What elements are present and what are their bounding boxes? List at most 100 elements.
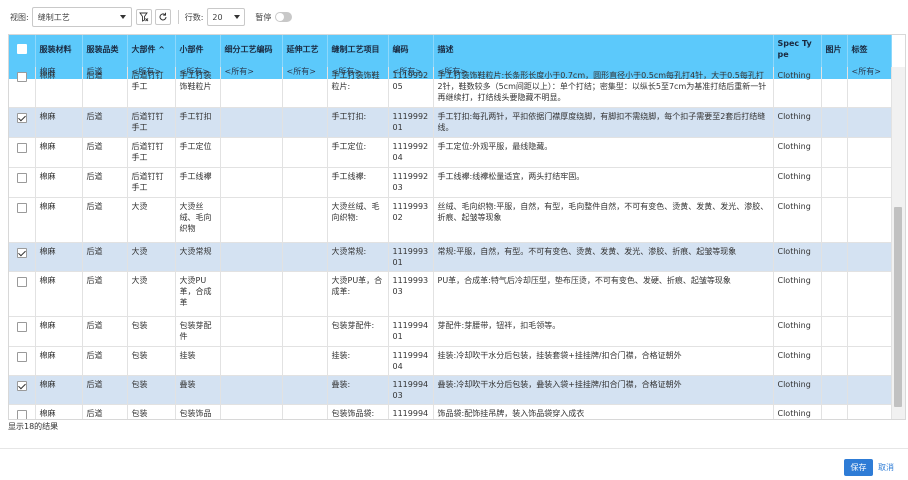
row-select-cell[interactable] — [9, 167, 36, 198]
table-row[interactable]: 棉麻 后道 包装 挂装 挂装: 111999404 挂装:冷却吹干水分后包装，挂装套袋+挂挂… — [9, 346, 892, 376]
column-header[interactable]: 描述 — [433, 35, 774, 63]
table-cell: 手工定位: — [327, 137, 389, 168]
view-select[interactable]: 缝制工艺 — [31, 7, 132, 27]
row-checkbox[interactable] — [16, 351, 27, 362]
table-cell: 常规:平服，自然，有型。不可有变色、烫黄、发黄、发光、渗胶、折痕、起皱等现象 — [433, 242, 774, 272]
row-select-cell[interactable] — [9, 346, 36, 376]
table-cell: 手工打装饰鞋粒片:长条形长度小于0.7cm，圆形直径小于0.5cm每孔打4针，大… — [433, 67, 774, 108]
table-cell: 挂装: — [327, 346, 389, 376]
scrollbar-thumb[interactable] — [894, 207, 902, 407]
table-cell: 包装 — [127, 316, 176, 347]
column-header[interactable]: 编码 — [388, 35, 434, 63]
table-cell: 手工定位:外观平服，最线隐藏。 — [433, 137, 774, 168]
row-checkbox[interactable] — [16, 247, 27, 258]
row-select-cell[interactable] — [9, 404, 36, 419]
table-cell: 手工钉扣:每孔两针，平扣依据门襟厚度绕脚，有脚扣不需绕脚，每个扣子需要至2套后打… — [433, 107, 774, 138]
table-cell — [821, 107, 848, 138]
checkbox[interactable] — [16, 43, 27, 54]
column-header[interactable]: 大部件 ^ — [127, 35, 176, 63]
table-cell: 大烫丝绒、毛向织物: — [327, 197, 389, 243]
table-cell: 后道钉钉手工 — [127, 107, 176, 138]
row-select-cell[interactable] — [9, 67, 36, 108]
table-cell: 芽配件:芽腰带，钮袢，扣毛领等。 — [433, 316, 774, 347]
column-header[interactable]: 标签 — [847, 35, 892, 63]
row-checkbox[interactable] — [16, 202, 27, 213]
table-cell: 棉麻 — [35, 271, 83, 317]
column-header[interactable]: Spec Type — [773, 35, 822, 63]
save-button[interactable]: 保存 — [844, 459, 873, 476]
table-cell: 叠装: — [327, 375, 389, 405]
table-cell: Clothing — [773, 346, 822, 376]
table-row[interactable]: 棉麻 后道 包装 包装芽配件 包装芽配件: 111999401 芽配件:芽腰带，钮袢，扣毛领… — [9, 316, 892, 347]
row-checkbox[interactable] — [16, 142, 27, 153]
table-cell: 手工钉扣: — [327, 107, 389, 138]
cancel-button[interactable]: 取消 — [878, 459, 894, 476]
table-cell: 后道 — [82, 167, 128, 198]
column-header[interactable]: 图片 — [821, 35, 848, 63]
table-cell: 棉麻 — [35, 242, 83, 272]
row-select-cell[interactable] — [9, 271, 36, 317]
table-cell: 手工钉扣 — [175, 107, 221, 138]
table-cell — [847, 271, 892, 317]
table-cell: Clothing — [773, 375, 822, 405]
table-cell — [282, 197, 328, 243]
column-header[interactable]: 缝制工艺项目 — [327, 35, 389, 63]
select-all-checkbox[interactable] — [9, 35, 36, 63]
table-cell: Clothing — [773, 67, 822, 108]
table-cell — [220, 167, 283, 198]
table-cell: 后道 — [82, 67, 128, 108]
row-select-cell[interactable] — [9, 242, 36, 272]
table-cell — [220, 242, 283, 272]
column-header[interactable]: 服装材料 — [35, 35, 83, 63]
table-cell: 111999301 — [388, 242, 434, 272]
table-cell — [220, 316, 283, 347]
clear-filter-button[interactable] — [135, 9, 152, 25]
column-header[interactable]: 小部件 — [175, 35, 221, 63]
row-checkbox[interactable] — [16, 321, 27, 332]
row-checkbox[interactable] — [16, 72, 27, 82]
column-header[interactable]: 细分工艺编码 — [220, 35, 283, 63]
rows-label: 行数: — [184, 12, 204, 22]
table-row[interactable]: 棉麻 后道 后道钉钉手工 手工打装饰鞋粒片 手工打装饰鞋粒片: 111999205 手工打装… — [9, 67, 892, 108]
table-row[interactable]: 棉麻 后道 后道钉钉手工 手工线襻 手工线襻: 111999203 手工线襻:线襻松量适宜，… — [9, 167, 892, 198]
table-cell: 大烫PU革，合成革 — [175, 271, 221, 317]
table-cell: 大烫 — [127, 197, 176, 243]
table-row[interactable]: 棉麻 后道 后道钉钉手工 手工定位 手工定位: 111999204 手工定位:外观平服，最线… — [9, 137, 892, 168]
table-cell: 棉麻 — [35, 167, 83, 198]
row-select-cell[interactable] — [9, 197, 36, 243]
vertical-scrollbar[interactable] — [891, 67, 905, 419]
refresh-button[interactable] — [154, 9, 171, 25]
table-row[interactable]: 棉麻后道包装包装饰品袋 包装饰品袋:111999402饰品袋:配饰挂吊牌，装入饰品… — [9, 404, 892, 419]
row-checkbox[interactable] — [16, 276, 27, 287]
table-row[interactable]: 棉麻 后道 包装 叠装 叠装: 111999403 叠装:冷却吹干水分后包装，叠装入袋+挂挂… — [9, 375, 892, 405]
table-cell: 大烫常规: — [327, 242, 389, 272]
table-cell: 包装 — [127, 404, 176, 419]
table-cell: 111999403 — [388, 375, 434, 405]
row-select-cell[interactable] — [9, 375, 36, 405]
table-cell: Clothing — [773, 242, 822, 272]
row-checkbox[interactable] — [16, 409, 27, 419]
table-cell: 111999303 — [388, 271, 434, 317]
row-select-cell[interactable] — [9, 137, 36, 168]
row-checkbox[interactable] — [16, 112, 27, 123]
table-row[interactable]: 棉麻 后道 大烫 大烫常规 大烫常规: 111999301 常规:平服，自然，有型。不可有变… — [9, 242, 892, 272]
row-select-cell[interactable] — [9, 107, 36, 138]
table-cell — [282, 242, 328, 272]
column-header[interactable]: 服装品类 — [82, 35, 128, 63]
table-row[interactable]: 棉麻 后道 大烫 大烫PU革，合成革 大烫PU革，合成革: 111999303 PU革，合成… — [9, 271, 892, 317]
row-select-cell[interactable] — [9, 316, 36, 347]
pause-toggle[interactable] — [275, 12, 293, 22]
table-cell: 手工打装饰鞋粒片 — [175, 67, 221, 108]
rows-select[interactable]: 20 — [207, 8, 246, 26]
row-checkbox[interactable] — [16, 380, 27, 391]
row-checkbox[interactable] — [16, 172, 27, 183]
table-cell: Clothing — [773, 107, 822, 138]
table-cell: 后道钉钉手工 — [127, 137, 176, 168]
column-header[interactable]: 延伸工艺 — [282, 35, 328, 63]
table-cell — [282, 137, 328, 168]
table-cell — [220, 346, 283, 376]
table-cell — [282, 316, 328, 347]
table-cell — [821, 316, 848, 347]
table-row[interactable]: 棉麻 后道 后道钉钉手工 手工钉扣 手工钉扣: 111999201 手工钉扣:每孔两针，平扣… — [9, 107, 892, 138]
table-row[interactable]: 棉麻 后道 大烫 大烫丝绒、毛向织物 大烫丝绒、毛向织物: 111999302 丝绒、毛向织… — [9, 197, 892, 243]
